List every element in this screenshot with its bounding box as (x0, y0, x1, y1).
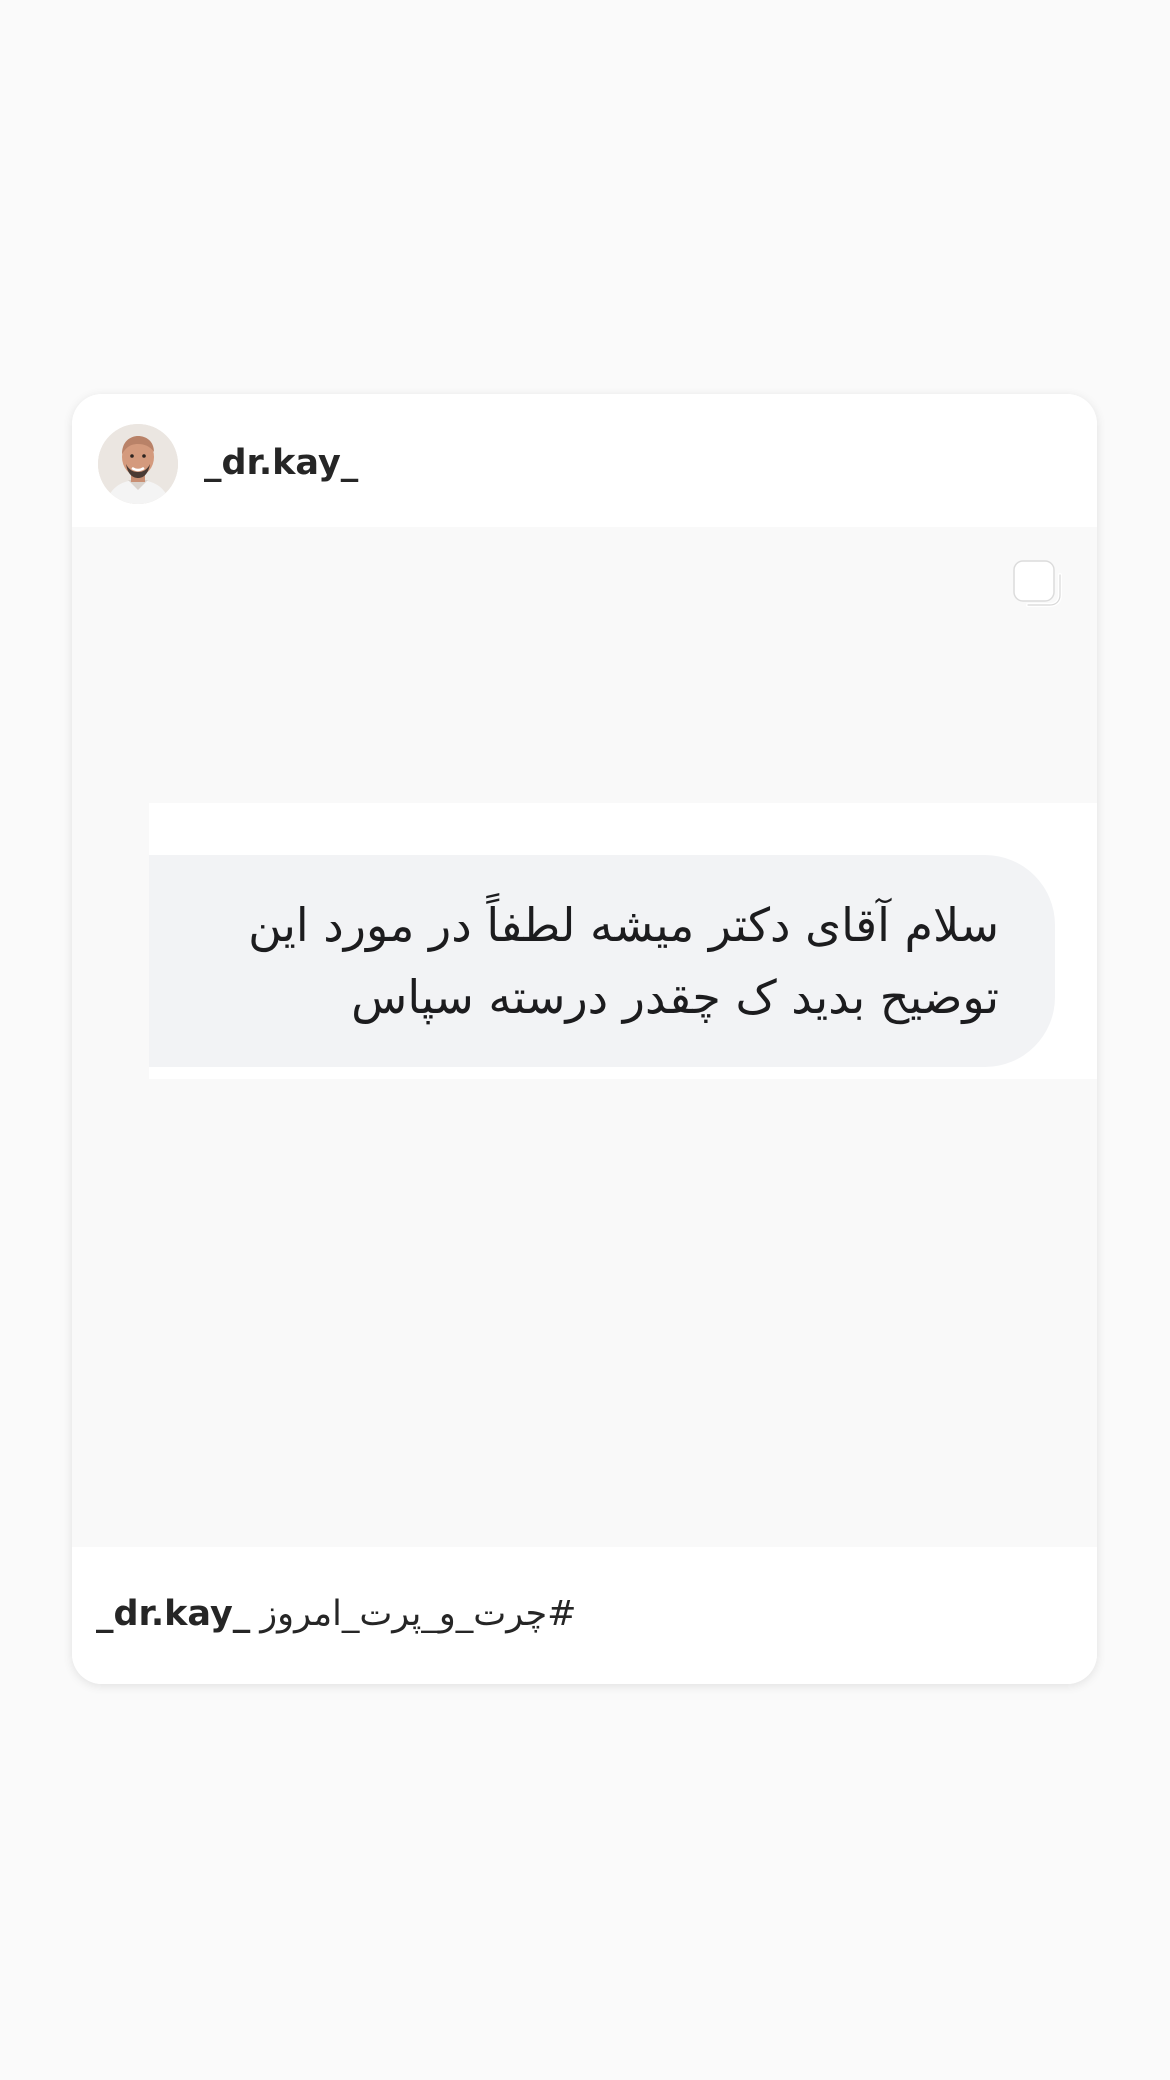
avatar[interactable] (98, 424, 178, 504)
caption-hashtag[interactable]: #چرت_و_پرت_امروز (260, 1594, 576, 1634)
avatar-photo (98, 424, 178, 504)
header-username[interactable]: _dr.kay_ (204, 438, 358, 488)
post-card: _dr.kay_ سلام آقای دکتر میشه لطفاً در مو… (72, 394, 1097, 1684)
post-media[interactable]: سلام آقای دکتر میشه لطفاً در مورد این تو… (72, 527, 1097, 1547)
caption: _dr.kay_ #چرت_و_پرت_امروز (96, 1589, 576, 1639)
caption-username[interactable]: _dr.kay_ (96, 1594, 250, 1634)
carousel-icon (1010, 557, 1066, 613)
message-bubble: سلام آقای دکتر میشه لطفاً در مورد این تو… (149, 855, 1055, 1067)
message-strip: سلام آقای دکتر میشه لطفاً در مورد این تو… (149, 803, 1097, 1079)
post-header: _dr.kay_ (72, 394, 1097, 527)
post-footer: _dr.kay_ #چرت_و_پرت_امروز (72, 1547, 1097, 1684)
message-text: سلام آقای دکتر میشه لطفاً در مورد این تو… (248, 898, 999, 1024)
